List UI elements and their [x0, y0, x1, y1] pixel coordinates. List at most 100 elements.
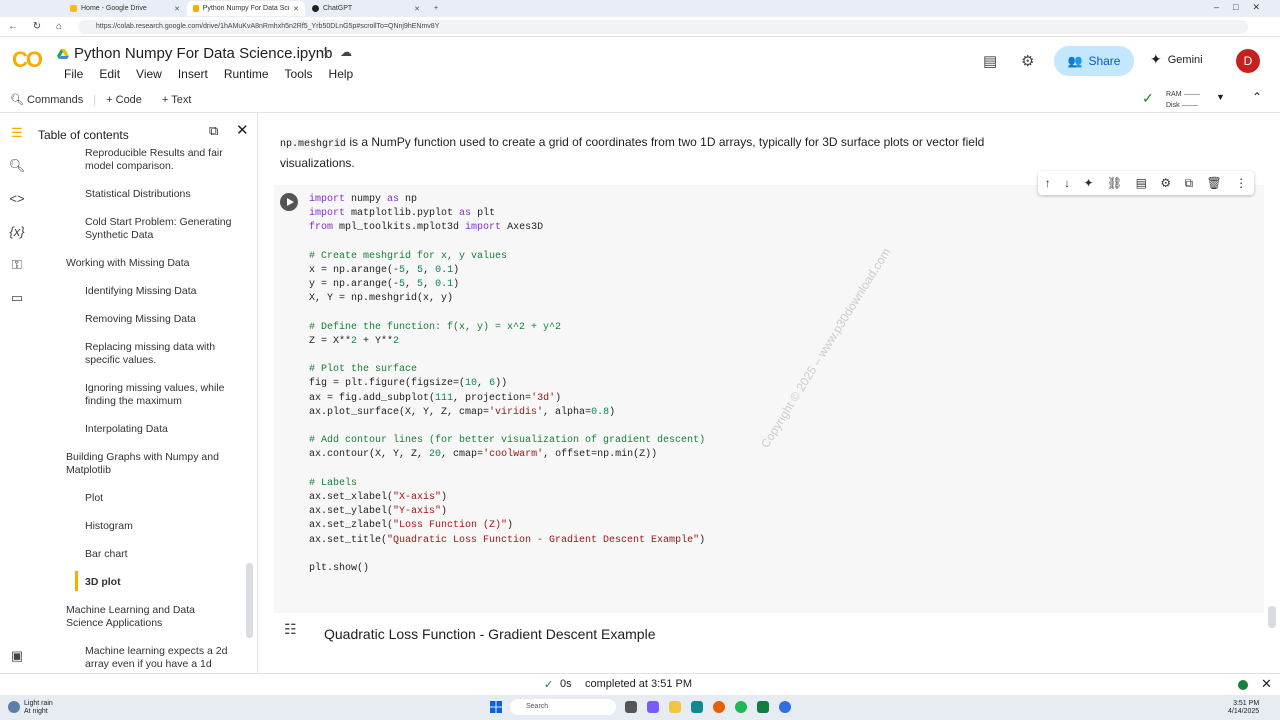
run-cell-button[interactable] — [280, 193, 298, 211]
toc-item-active[interactable]: 3D plot — [85, 576, 235, 589]
menu-help[interactable]: Help — [321, 67, 362, 81]
system-clock[interactable]: 3:51 PM 4/14/2025 — [1228, 700, 1259, 716]
file-explorer-icon[interactable] — [669, 701, 681, 713]
menu-insert[interactable]: Insert — [170, 67, 216, 81]
text-cell[interactable]: np.meshgrid is a NumPy function used to … — [280, 133, 1020, 173]
execution-time: 0s — [560, 678, 572, 690]
taskbar-search[interactable]: Search — [510, 699, 616, 715]
toc-item[interactable]: Bar chart — [85, 548, 235, 561]
gemini-button[interactable]: ✦ Gemini — [1150, 51, 1203, 68]
folder-icon[interactable]: ▭ — [8, 290, 26, 306]
sparkle-icon[interactable]: ✦ — [1084, 176, 1094, 190]
url-bar[interactable]: https://colab.research.google.com/drive/… — [78, 20, 1248, 34]
home-icon[interactable]: ⌂ — [52, 20, 66, 34]
code-snippets-icon[interactable]: <> — [8, 191, 26, 206]
move-down-icon[interactable]: ↓ — [1064, 176, 1070, 190]
comments-icon[interactable]: ▤ — [983, 52, 997, 70]
os-taskbar: Light rain At night Search 3:51 PM 4/14/… — [0, 695, 1280, 720]
windows-start-icon[interactable] — [490, 701, 502, 713]
code-line: ax.set_xlabel("X-axis") — [309, 491, 448, 503]
variables-icon[interactable]: {x} — [8, 224, 26, 239]
status-dot — [1238, 680, 1248, 690]
comment-icon[interactable]: ▤ — [1136, 176, 1147, 190]
notebook-title[interactable]: Python Numpy For Data Science.ipynb — [74, 45, 332, 62]
toc-item[interactable]: Replacing missing data with specific val… — [85, 341, 235, 367]
clock-time: 3:51 PM — [1233, 700, 1260, 707]
commands-button[interactable]: 🔍︎ Commands — [0, 93, 93, 106]
window-controls[interactable]: –□✕ — [1214, 2, 1274, 13]
copilot-icon[interactable] — [647, 701, 659, 713]
new-tab-button[interactable]: + — [428, 1, 444, 16]
toc-item[interactable]: Machine learning expects a 2d array even… — [85, 645, 235, 671]
close-icon[interactable]: ✕ — [236, 121, 249, 139]
toc-item[interactable]: Removing Missing Data — [85, 313, 235, 326]
chevron-down-icon[interactable]: ▼ — [1216, 92, 1225, 102]
spotify-icon[interactable] — [735, 701, 747, 713]
task-view-icon[interactable] — [625, 701, 637, 713]
gemini-label: Gemini — [1167, 53, 1203, 66]
toc-item[interactable]: Statistical Distributions — [85, 188, 235, 201]
gear-icon[interactable]: ⚙ — [1021, 52, 1034, 70]
toc-item[interactable]: Reproducible Results and fair model comp… — [85, 147, 235, 173]
tab-chatgpt[interactable]: ChatGPT ✕ — [306, 1, 426, 16]
code-editor[interactable]: import numpy as np import matplotlib.pypl… — [309, 193, 705, 576]
move-up-icon[interactable]: ↑ — [1045, 176, 1051, 190]
toc-icon[interactable]: ☰ — [8, 125, 26, 141]
link-icon[interactable]: ⛓ — [1107, 176, 1122, 190]
menu-edit[interactable]: Edit — [91, 67, 128, 81]
open-in-tab-icon[interactable]: ⧉ — [209, 123, 218, 139]
code-line: plt.show() — [309, 562, 370, 574]
add-text-button[interactable]: + Text — [152, 94, 201, 106]
edge-icon[interactable] — [691, 701, 703, 713]
mirror-icon[interactable]: ⧉ — [1185, 176, 1194, 191]
share-button[interactable]: 👥 Share — [1054, 46, 1134, 76]
refresh-icon[interactable]: ↻ — [30, 20, 44, 34]
colab-icon — [193, 5, 199, 12]
back-arrow-icon[interactable]: ← — [6, 20, 20, 34]
star-icon[interactable]: ☆ — [319, 45, 331, 61]
toc-item[interactable]: Machine Learning and Data Science Applic… — [66, 604, 231, 630]
menu-view[interactable]: View — [128, 67, 170, 81]
menu-runtime[interactable]: Runtime — [216, 67, 277, 81]
toc-item[interactable]: Cold Start Problem: Generating Synthetic… — [85, 216, 235, 242]
close-icon[interactable]: ✕ — [174, 5, 180, 13]
code-line: ax.set_zlabel("Loss Function (Z)") — [309, 520, 514, 532]
firefox-icon[interactable] — [713, 701, 725, 713]
drive-icon[interactable] — [57, 47, 69, 59]
menu-file[interactable]: File — [56, 67, 91, 81]
menu-tools[interactable]: Tools — [277, 67, 321, 81]
terminal-icon[interactable]: ▣ — [8, 648, 26, 664]
more-icon[interactable]: ⋮ — [1235, 176, 1247, 190]
toc-item[interactable]: Building Graphs with Numpy and Matplotli… — [66, 451, 231, 477]
excel-icon[interactable] — [757, 701, 769, 713]
cloud-icon[interactable]: ☁ — [340, 45, 352, 59]
app-icon[interactable] — [779, 701, 791, 713]
tab-label: Home - Google Drive — [81, 5, 147, 12]
tab-colab-notebook[interactable]: Python Numpy For Data Science.i ✕ — [187, 1, 305, 16]
tab-google-drive[interactable]: Home - Google Drive ✕ — [64, 1, 186, 16]
toc-scrollbar[interactable] — [246, 563, 253, 638]
toc-item[interactable]: Ignoring missing values, while finding t… — [85, 382, 235, 408]
toc-item[interactable]: Interpolating Data — [85, 423, 235, 436]
toc-item[interactable]: Identifying Missing Data — [85, 285, 235, 298]
find-icon[interactable]: 🔍︎ — [8, 158, 26, 174]
key-icon[interactable]: ⚿ — [8, 257, 26, 273]
avatar[interactable]: D — [1236, 49, 1260, 73]
toc-item[interactable]: Plot — [85, 492, 235, 505]
browser-tab-bar: Home - Google Drive ✕ Python Numpy For D… — [0, 0, 1280, 17]
colab-logo[interactable]: CO — [12, 47, 43, 73]
output-toggle-icon[interactable]: ☷ — [284, 621, 297, 638]
toc-item[interactable]: Histogram — [85, 520, 235, 533]
gear-icon[interactable]: ⚙ — [1160, 176, 1171, 190]
main-scrollbar[interactable] — [1268, 606, 1276, 628]
close-icon[interactable]: ✕ — [1261, 676, 1272, 692]
resource-indicator[interactable]: RAM Disk — [1166, 89, 1200, 111]
weather-condition: Light rain — [24, 700, 53, 707]
toc-item[interactable]: Working with Missing Data — [66, 257, 231, 270]
close-icon[interactable]: ✕ — [293, 5, 299, 13]
close-icon[interactable]: ✕ — [414, 5, 420, 13]
weather-widget[interactable]: Light rain At night — [24, 700, 53, 716]
add-code-button[interactable]: + Code — [96, 94, 152, 106]
chevron-up-icon[interactable]: ⌃ — [1252, 90, 1262, 104]
trash-icon[interactable]: 🗑︎ — [1207, 176, 1222, 190]
